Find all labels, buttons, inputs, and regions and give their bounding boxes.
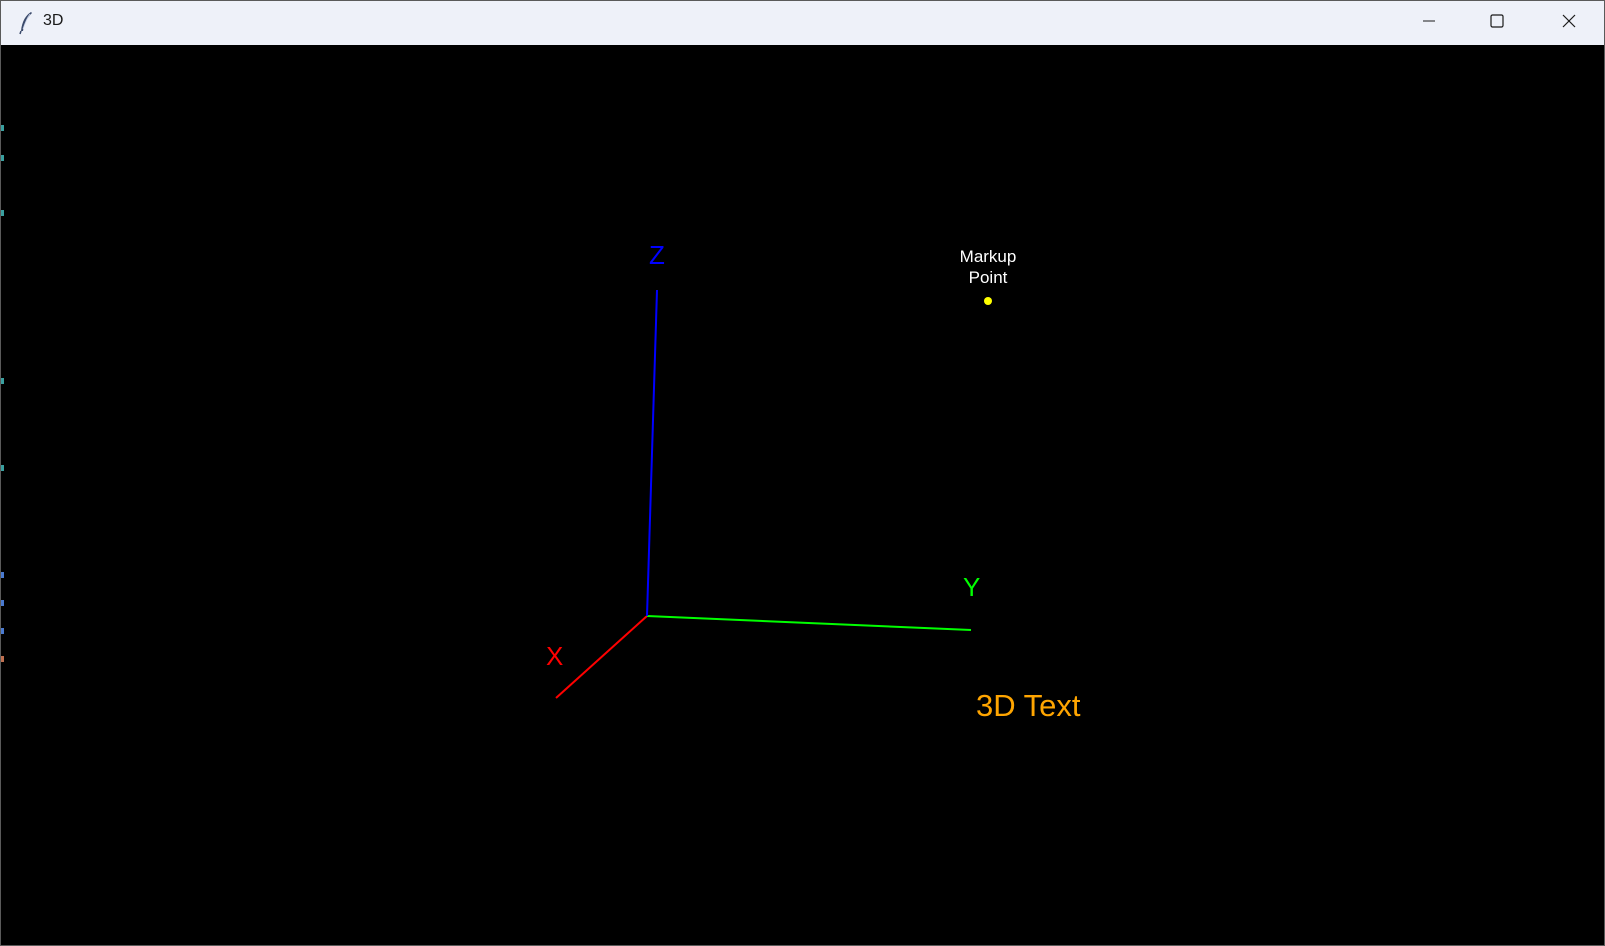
edge-mark: [1, 210, 4, 216]
markup-point-label: Markup Point: [928, 246, 1048, 288]
edge-mark: [1, 125, 4, 131]
left-edge-strip: [1, 45, 4, 945]
edge-mark: [1, 155, 4, 161]
edge-mark: [1, 378, 4, 384]
minimize-button[interactable]: [1395, 1, 1463, 45]
maximize-button[interactable]: [1463, 1, 1531, 45]
edge-mark: [1, 465, 4, 471]
markup-label-line2: Point: [968, 268, 1008, 287]
close-icon: [1561, 13, 1577, 33]
scene-svg: [555, 289, 992, 699]
edge-mark: [1, 628, 4, 634]
title-bar[interactable]: 3D: [1, 1, 1604, 45]
window-title: 3D: [43, 12, 64, 29]
edge-mark: [1, 572, 4, 578]
markup-point-dot: [984, 297, 992, 305]
maximize-icon: [1489, 13, 1505, 33]
z-axis-line: [646, 289, 658, 617]
feather-icon: [17, 11, 37, 35]
y-axis-label: Y: [963, 572, 981, 602]
app-window: 3D X Y Z Markup Point 3D Text: [0, 0, 1605, 946]
x-axis-label: X: [546, 641, 564, 671]
edge-mark: [1, 600, 4, 606]
z-axis-label: Z: [649, 240, 665, 270]
x-axis-line: [555, 615, 648, 699]
3d-text-label: 3D Text: [976, 688, 1081, 723]
edge-mark: [1, 656, 4, 662]
y-axis-line: [646, 615, 972, 631]
3d-canvas[interactable]: X Y Z Markup Point 3D Text: [1, 45, 1604, 945]
markup-label-line1: Markup: [959, 247, 1017, 266]
close-button[interactable]: [1535, 1, 1603, 45]
minimize-icon: [1421, 13, 1437, 33]
